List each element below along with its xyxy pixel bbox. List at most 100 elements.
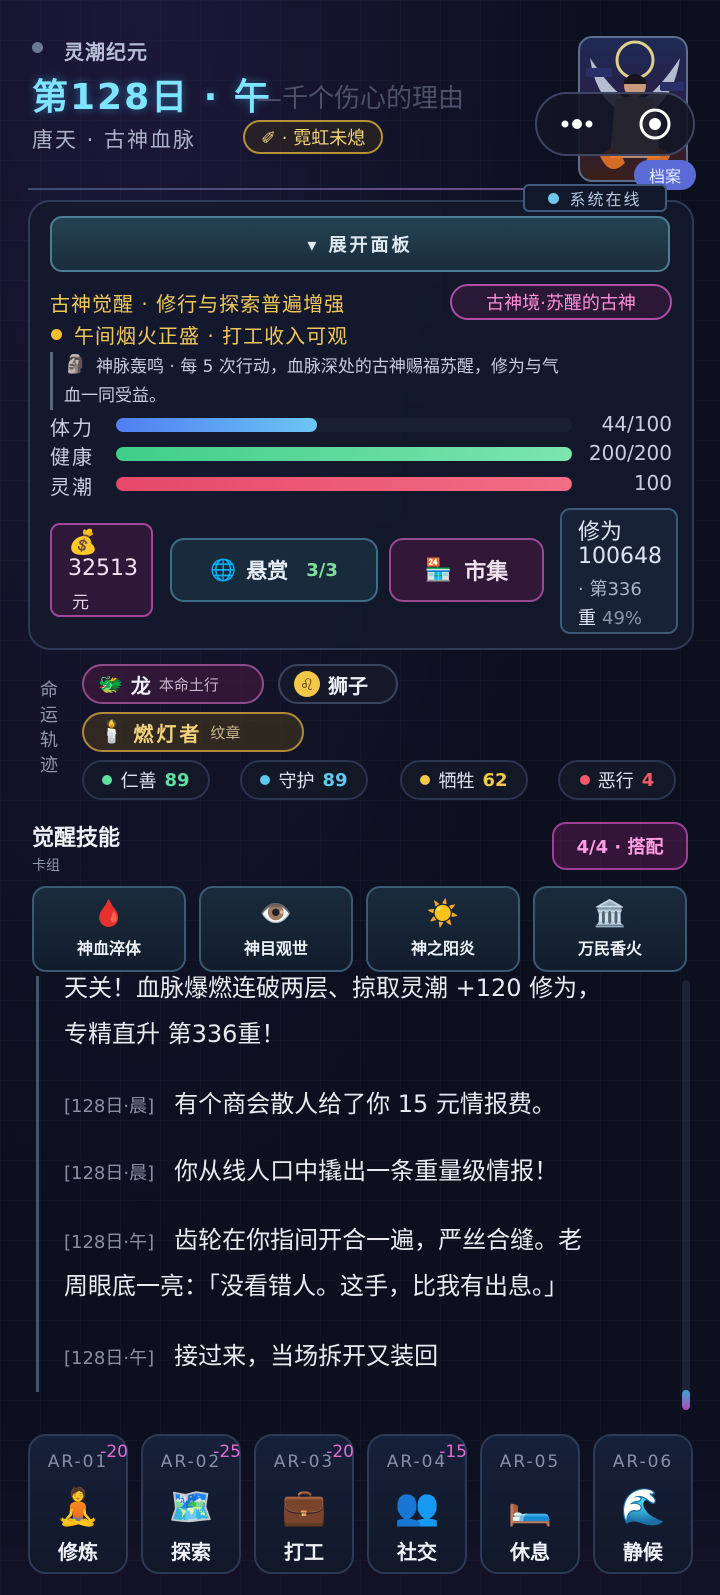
cultivation-tier: · 第336 <box>578 579 642 600</box>
skill-name: 神血淬体 <box>76 939 141 958</box>
loadout-button[interactable]: 4/4 · 搭配 <box>552 822 688 870</box>
virtue-value: 4 <box>641 769 655 791</box>
map-icon: 🗺️ <box>168 1487 214 1528</box>
online-dot <box>548 192 560 204</box>
system-status-label: 系统在线 <box>569 190 642 209</box>
skill-name: 万民香火 <box>577 939 642 958</box>
log-scrollbar-thumb[interactable] <box>682 1390 690 1410</box>
virtue-value: 89 <box>322 769 348 791</box>
zodiac-chip[interactable]: 🐲 龙 本命土行 <box>82 664 264 704</box>
skill-card-2[interactable]: 👁️ 神目观世 <box>199 886 353 972</box>
action-social[interactable]: AR-04 -15 👥 社交 <box>367 1434 467 1574</box>
action-work[interactable]: AR-03 -20 💼 打工 <box>254 1434 354 1574</box>
action-cultivate[interactable]: AR-01 -20 🧘 修炼 <box>28 1434 128 1574</box>
leo-icon: ♌ <box>294 671 320 697</box>
close-miniapp-icon[interactable] <box>637 106 673 142</box>
title-badge-label: ✐ · 霓虹未熄 <box>261 128 366 149</box>
realm-badge[interactable]: 古神境·苏醒的古神 <box>450 284 672 320</box>
log-timestamp: [128日·晨] <box>64 1163 155 1184</box>
header-divider <box>28 188 528 190</box>
dragon-icon: 🐲 <box>98 672 123 696</box>
action-label: 打工 <box>284 1540 324 1564</box>
day-title: 第128日 · 午 <box>32 77 272 118</box>
bounty-label: 悬赏 <box>246 559 289 583</box>
log-scrollbar[interactable] <box>682 980 690 1408</box>
skill-name: 神之阳炎 <box>410 939 475 958</box>
note-line-2: 血一同受益。 <box>64 386 166 406</box>
zodiac-element: 本命土行 <box>158 675 219 694</box>
market-button[interactable]: 🏪 市集 <box>389 538 544 602</box>
bounty-button[interactable]: 🌐 悬赏 3/3 <box>170 538 378 602</box>
meditate-icon: 🧘 <box>55 1487 101 1528</box>
wave-icon: 🌊 <box>620 1487 666 1528</box>
money-amount: 32513 <box>68 556 138 581</box>
more-icon[interactable] <box>557 114 597 134</box>
log-message: 有个商会散人给了你 15 元情报费。 <box>174 1090 556 1118</box>
log-entry: [128日·晨] 你从线人口中撬出一条重量级情报！ <box>64 1151 558 1194</box>
spirit-tide-bar <box>116 477 572 491</box>
log-timestamp: [128日·晨] <box>64 1096 155 1117</box>
people-icon: 👥 <box>394 1487 440 1528</box>
action-label: 静候 <box>623 1540 663 1564</box>
action-label: 休息 <box>510 1540 550 1564</box>
cultivation-label: 修为 <box>578 520 623 545</box>
fate-track-label: 命运轨迹 <box>40 680 58 776</box>
expand-panel-button[interactable]: ▾ 展开面板 <box>50 216 670 272</box>
note-line-1: 神脉轰鸣 · 每 5 次行动，血脉深处的古神赐福苏醒，修为与气 <box>96 357 559 377</box>
evil-dot <box>579 775 590 785</box>
sacrifice-dot <box>420 775 431 785</box>
log-accent-bar <box>36 976 39 1392</box>
money-unit: 元 <box>72 593 89 613</box>
spirit-tide-label: 灵潮 <box>50 475 94 499</box>
medal-name: 燃灯者 <box>133 721 203 746</box>
action-code: AR-06 <box>612 1452 674 1472</box>
era-dot <box>32 42 43 53</box>
spirit-tide-bar-fill <box>116 477 572 491</box>
miniapp-capsule[interactable] <box>535 92 695 156</box>
briefcase-icon: 💼 <box>281 1487 327 1528</box>
log-timestamp: [128日·午] <box>64 1232 155 1253</box>
action-cost: -20 <box>100 1442 128 1462</box>
market-label: 市集 <box>464 560 509 585</box>
virtue-evil[interactable]: 恶行 4 <box>558 760 676 800</box>
action-explore[interactable]: AR-02 -25 🗺️ 探索 <box>141 1434 241 1574</box>
note-accent-bar <box>50 352 53 410</box>
action-cost: -25 <box>213 1442 241 1462</box>
log-lead-line-1: 天关！血脉爆燃连破两层、掠取灵潮 +120 修为， <box>64 974 602 1002</box>
star-sign-name: 狮子 <box>328 673 368 698</box>
log-entry: [128日·午] 齿轮在你指间开合一遍，严丝合缝。老 <box>64 1220 582 1263</box>
medal-chip[interactable]: 🕯️ 燃灯者 纹章 <box>82 712 304 752</box>
action-wait[interactable]: AR-06 🌊 静候 <box>593 1434 693 1574</box>
stamina-label: 体力 <box>50 416 94 440</box>
guardian-dot <box>260 775 271 785</box>
star-sign-chip[interactable]: ♌ 狮子 <box>278 664 398 704</box>
virtue-name: 仁善 <box>120 771 157 792</box>
cultivation-value: 100648 <box>578 544 662 569</box>
virtue-name: 守护 <box>278 771 315 792</box>
virtue-kindness[interactable]: 仁善 89 <box>82 760 210 800</box>
buff-dot <box>51 329 62 340</box>
title-badge[interactable]: ✐ · 霓虹未熄 <box>243 120 384 154</box>
action-rest[interactable]: AR-05 🛏️ 休息 <box>480 1434 580 1574</box>
log-message: 齿轮在你指间开合一遍，严丝合缝。老 <box>174 1226 583 1254</box>
skill-card-1[interactable]: 🩸 神血淬体 <box>32 886 186 972</box>
zodiac-name: 龙 <box>130 673 151 698</box>
virtue-value: 89 <box>164 769 190 791</box>
bed-icon: 🛏️ <box>507 1487 553 1528</box>
stamina-value: 44/100 <box>601 412 672 436</box>
skill-card-4[interactable]: 🏛️ 万民香火 <box>533 886 687 972</box>
health-bar-fill <box>116 447 572 461</box>
skills-subtitle: 卡组 <box>32 858 60 874</box>
skill-card-3[interactable]: ☀️ 神之阳炎 <box>366 886 520 972</box>
tier-unit-text: 重 <box>578 608 596 629</box>
log-entry-continuation: 周眼底一亮：「没看错人。这手，比我有出息。」 <box>64 1272 568 1300</box>
bounty-count: 3/3 <box>306 559 338 581</box>
blood-drop-icon: 🩸 <box>92 899 126 929</box>
action-code: AR-05 <box>499 1452 561 1472</box>
virtue-guardian[interactable]: 守护 89 <box>240 760 368 800</box>
virtue-sacrifice[interactable]: 牺牲 62 <box>400 760 528 800</box>
log-message: 你从线人口中撬出一条重量级情报！ <box>174 1157 559 1185</box>
system-status-badge: 系统在线 <box>523 184 667 212</box>
action-cost: -15 <box>439 1442 467 1462</box>
sun-icon: ☀️ <box>426 899 460 929</box>
